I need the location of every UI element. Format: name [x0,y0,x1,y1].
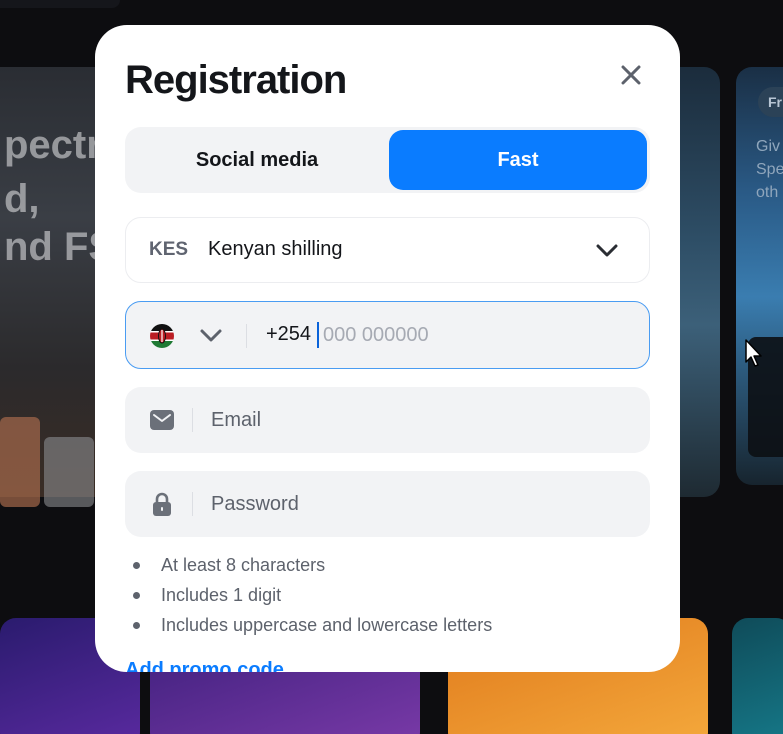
divider [246,324,247,348]
password-input[interactable] [211,489,631,519]
requirement-item: Includes uppercase and lowercase letters [131,610,492,640]
promo-chip: Fr [758,87,783,117]
game-tile [732,618,783,734]
divider [192,408,193,432]
text-caret [317,322,319,348]
currency-select[interactable]: KES Kenyan shilling [125,217,650,283]
phone-prefix: +254 [266,323,312,345]
modal-title: Registration [125,58,347,102]
tab-fast[interactable]: Fast [389,130,647,190]
password-requirements: At least 8 characters Includes 1 digit I… [131,550,492,640]
currency-name: Kenyan shilling [208,238,343,260]
lock-icon [153,492,171,516]
add-promo-code-link[interactable]: Add promo code [125,659,284,672]
banner-text-line: pectr [4,123,102,167]
password-field [125,471,650,537]
chevron-down-icon [596,244,618,257]
phone-field: +254 [125,301,650,369]
requirement-item: Includes 1 digit [131,580,492,610]
envelope-icon [150,410,174,430]
registration-modal: Registration Social media Fast KES Kenya… [95,25,680,672]
close-button[interactable] [617,61,645,89]
divider [192,492,193,516]
mouse-cursor-icon [745,339,762,367]
currency-code: KES [149,239,189,260]
country-chevron-down-icon[interactable] [198,325,224,347]
tab-social-media[interactable]: Social media [128,130,386,190]
promo-card-text: Giv Spe oth [756,138,783,201]
email-input[interactable] [211,405,631,435]
close-icon [621,65,641,85]
top-strip [0,0,120,8]
phone-input[interactable] [323,320,623,350]
registration-method-tabs: Social media Fast [125,127,650,193]
banner-phone-image [0,417,40,507]
requirement-item: At least 8 characters [131,550,492,580]
banner-text-line: d, [4,177,40,221]
promo-card: Fr Giv Spe oth [736,67,783,485]
email-field [125,387,650,453]
bullet-icon [133,622,140,629]
banner-phone-image [44,437,94,507]
bullet-icon [133,562,140,569]
bullet-icon [133,592,140,599]
kenya-flag-icon[interactable] [150,324,174,348]
